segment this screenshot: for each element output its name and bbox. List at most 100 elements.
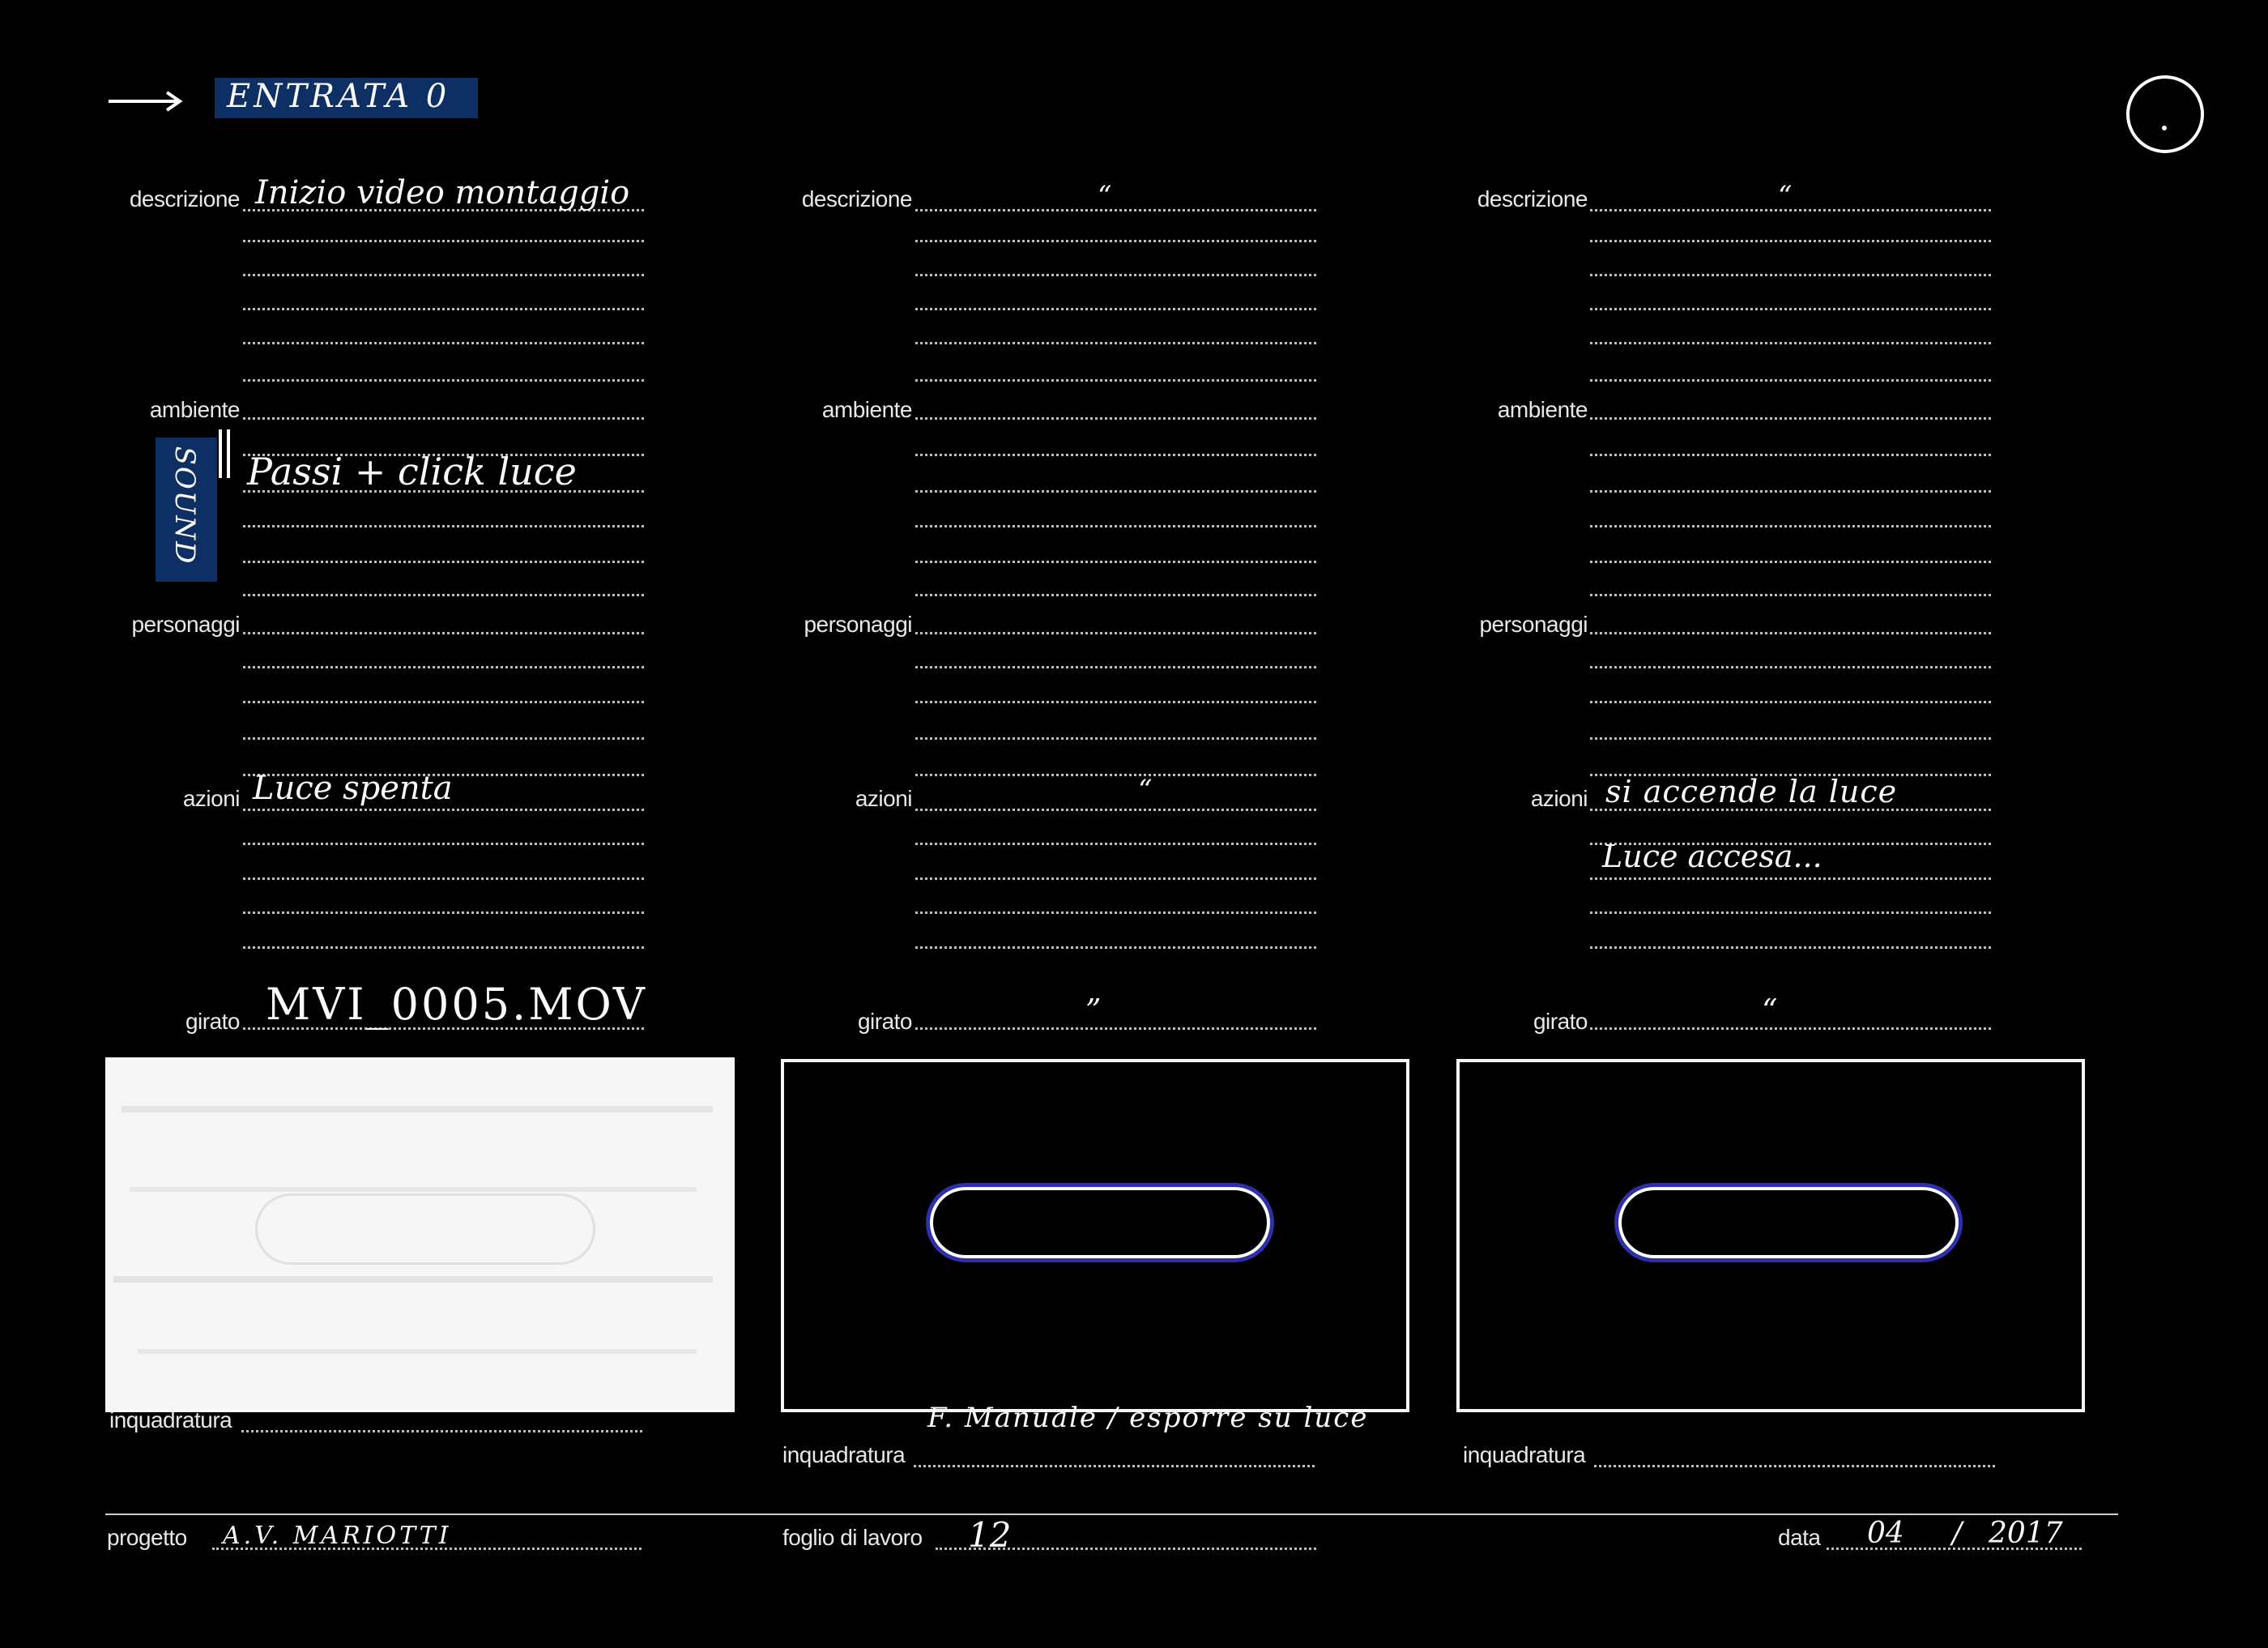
dotted-line bbox=[243, 737, 644, 740]
dotted-line bbox=[915, 877, 1316, 880]
dotted-line bbox=[243, 877, 644, 880]
dotted-line bbox=[1590, 701, 1991, 703]
descrizione-value: “ bbox=[1098, 180, 1112, 212]
dotted-line bbox=[915, 632, 1316, 634]
entry-number: 0 bbox=[425, 78, 450, 115]
descrizione-label: descrizione bbox=[129, 186, 241, 211]
dotted-line bbox=[1590, 342, 1991, 344]
girato-value: ” bbox=[1085, 993, 1102, 1028]
frame-whiteout bbox=[105, 1057, 735, 1412]
azioni-value-2: Luce accesa... bbox=[1602, 839, 1823, 874]
dotted-line bbox=[1590, 454, 1991, 456]
paint-streak bbox=[113, 1276, 713, 1283]
frame-box bbox=[1456, 1059, 2085, 1412]
dotted-line bbox=[243, 379, 644, 382]
dotted-line bbox=[243, 308, 644, 310]
dotted-line bbox=[1590, 1027, 1991, 1030]
azioni-label: azioni bbox=[1530, 786, 1588, 811]
progetto-value: A.V. MARIOTTI bbox=[223, 1522, 452, 1550]
descrizione-value: Inizio video montaggio bbox=[255, 174, 630, 211]
dotted-line bbox=[243, 912, 644, 914]
personaggi-label: personaggi bbox=[131, 612, 240, 637]
azioni-value: “ bbox=[1138, 774, 1153, 806]
dotted-line bbox=[241, 1430, 642, 1432]
dotted-line bbox=[915, 912, 1316, 914]
dotted-line bbox=[1594, 1465, 1995, 1467]
dotted-line bbox=[243, 666, 644, 668]
girato-value: MVI_0005.MOV bbox=[266, 979, 647, 1030]
faint-pill bbox=[255, 1193, 595, 1265]
data-year: 2017 bbox=[1989, 1517, 2063, 1550]
sound-tag: SOUND bbox=[168, 446, 201, 566]
paint-streak bbox=[138, 1349, 697, 1354]
girato-label: girato bbox=[857, 1009, 913, 1034]
descrizione-label: descrizione bbox=[1477, 186, 1588, 211]
dotted-line bbox=[915, 274, 1316, 276]
dotted-line bbox=[915, 701, 1316, 703]
ambiente-label: ambiente bbox=[821, 397, 913, 422]
dotted-line bbox=[915, 843, 1316, 845]
personaggi-label: personaggi bbox=[804, 612, 912, 637]
dotted-line bbox=[1590, 561, 1991, 563]
dotted-line bbox=[1590, 525, 1991, 527]
descrizione-label: descrizione bbox=[801, 186, 913, 211]
dotted-line bbox=[243, 594, 644, 596]
frame-box bbox=[781, 1059, 1409, 1412]
dotted-line bbox=[914, 1465, 1315, 1467]
dotted-line bbox=[915, 308, 1316, 310]
girato-label: girato bbox=[185, 1009, 241, 1034]
dotted-line bbox=[1590, 666, 1991, 668]
personaggi-label: personaggi bbox=[1479, 612, 1588, 637]
dotted-line bbox=[915, 525, 1316, 527]
dotted-line bbox=[243, 843, 644, 845]
dotted-line bbox=[1590, 912, 1991, 914]
girato-label: girato bbox=[1533, 1009, 1588, 1034]
dotted-line bbox=[243, 525, 644, 527]
dotted-line bbox=[1590, 274, 1991, 276]
light-pill bbox=[1618, 1187, 1959, 1258]
sound-bracket bbox=[227, 429, 230, 478]
light-pill bbox=[930, 1187, 1270, 1258]
frame-note: F. Manuale / esporre su luce bbox=[927, 1402, 1369, 1434]
dotted-line bbox=[243, 240, 644, 242]
azioni-value: si accende la luce bbox=[1605, 774, 1898, 809]
dotted-line bbox=[243, 701, 644, 703]
dotted-line bbox=[915, 209, 1316, 211]
dotted-line bbox=[915, 594, 1316, 596]
ambiente-label: ambiente bbox=[149, 397, 241, 422]
dotted-line bbox=[1590, 877, 1991, 880]
data-separator: / bbox=[1952, 1517, 1963, 1550]
dotted-line bbox=[1590, 632, 1991, 634]
ambiente-label: ambiente bbox=[1497, 397, 1588, 422]
dotted-line bbox=[1590, 379, 1991, 382]
dotted-line bbox=[243, 342, 644, 344]
dotted-line bbox=[915, 809, 1316, 811]
dotted-line bbox=[915, 946, 1316, 949]
data-month: 04 bbox=[1867, 1517, 1904, 1550]
dotted-line bbox=[1590, 417, 1991, 420]
dotted-line bbox=[915, 561, 1316, 563]
azioni-label: azioni bbox=[182, 786, 241, 811]
azioni-label: azioni bbox=[855, 786, 913, 811]
foglio-value: 12 bbox=[968, 1515, 1012, 1555]
dotted-line bbox=[915, 379, 1316, 382]
dotted-line bbox=[1590, 490, 1991, 493]
azioni-value: Luce spenta bbox=[253, 770, 453, 807]
paint-streak bbox=[130, 1187, 697, 1192]
dotted-line bbox=[243, 417, 644, 420]
dotted-line bbox=[243, 809, 644, 811]
dotted-line bbox=[915, 774, 1316, 776]
sound-bracket bbox=[219, 429, 222, 478]
dotted-line bbox=[243, 946, 644, 949]
ambiente-note: Passi + click luce bbox=[247, 450, 577, 493]
page-circle-dot bbox=[2162, 126, 2167, 130]
dotted-line bbox=[1590, 308, 1991, 310]
dotted-line bbox=[243, 632, 644, 634]
dotted-line bbox=[915, 737, 1316, 740]
dotted-line bbox=[915, 342, 1316, 344]
dotted-line bbox=[1590, 240, 1991, 242]
footer-rule bbox=[105, 1514, 2118, 1515]
dotted-line bbox=[1590, 737, 1991, 740]
dotted-line bbox=[915, 454, 1316, 456]
dotted-line bbox=[243, 274, 644, 276]
